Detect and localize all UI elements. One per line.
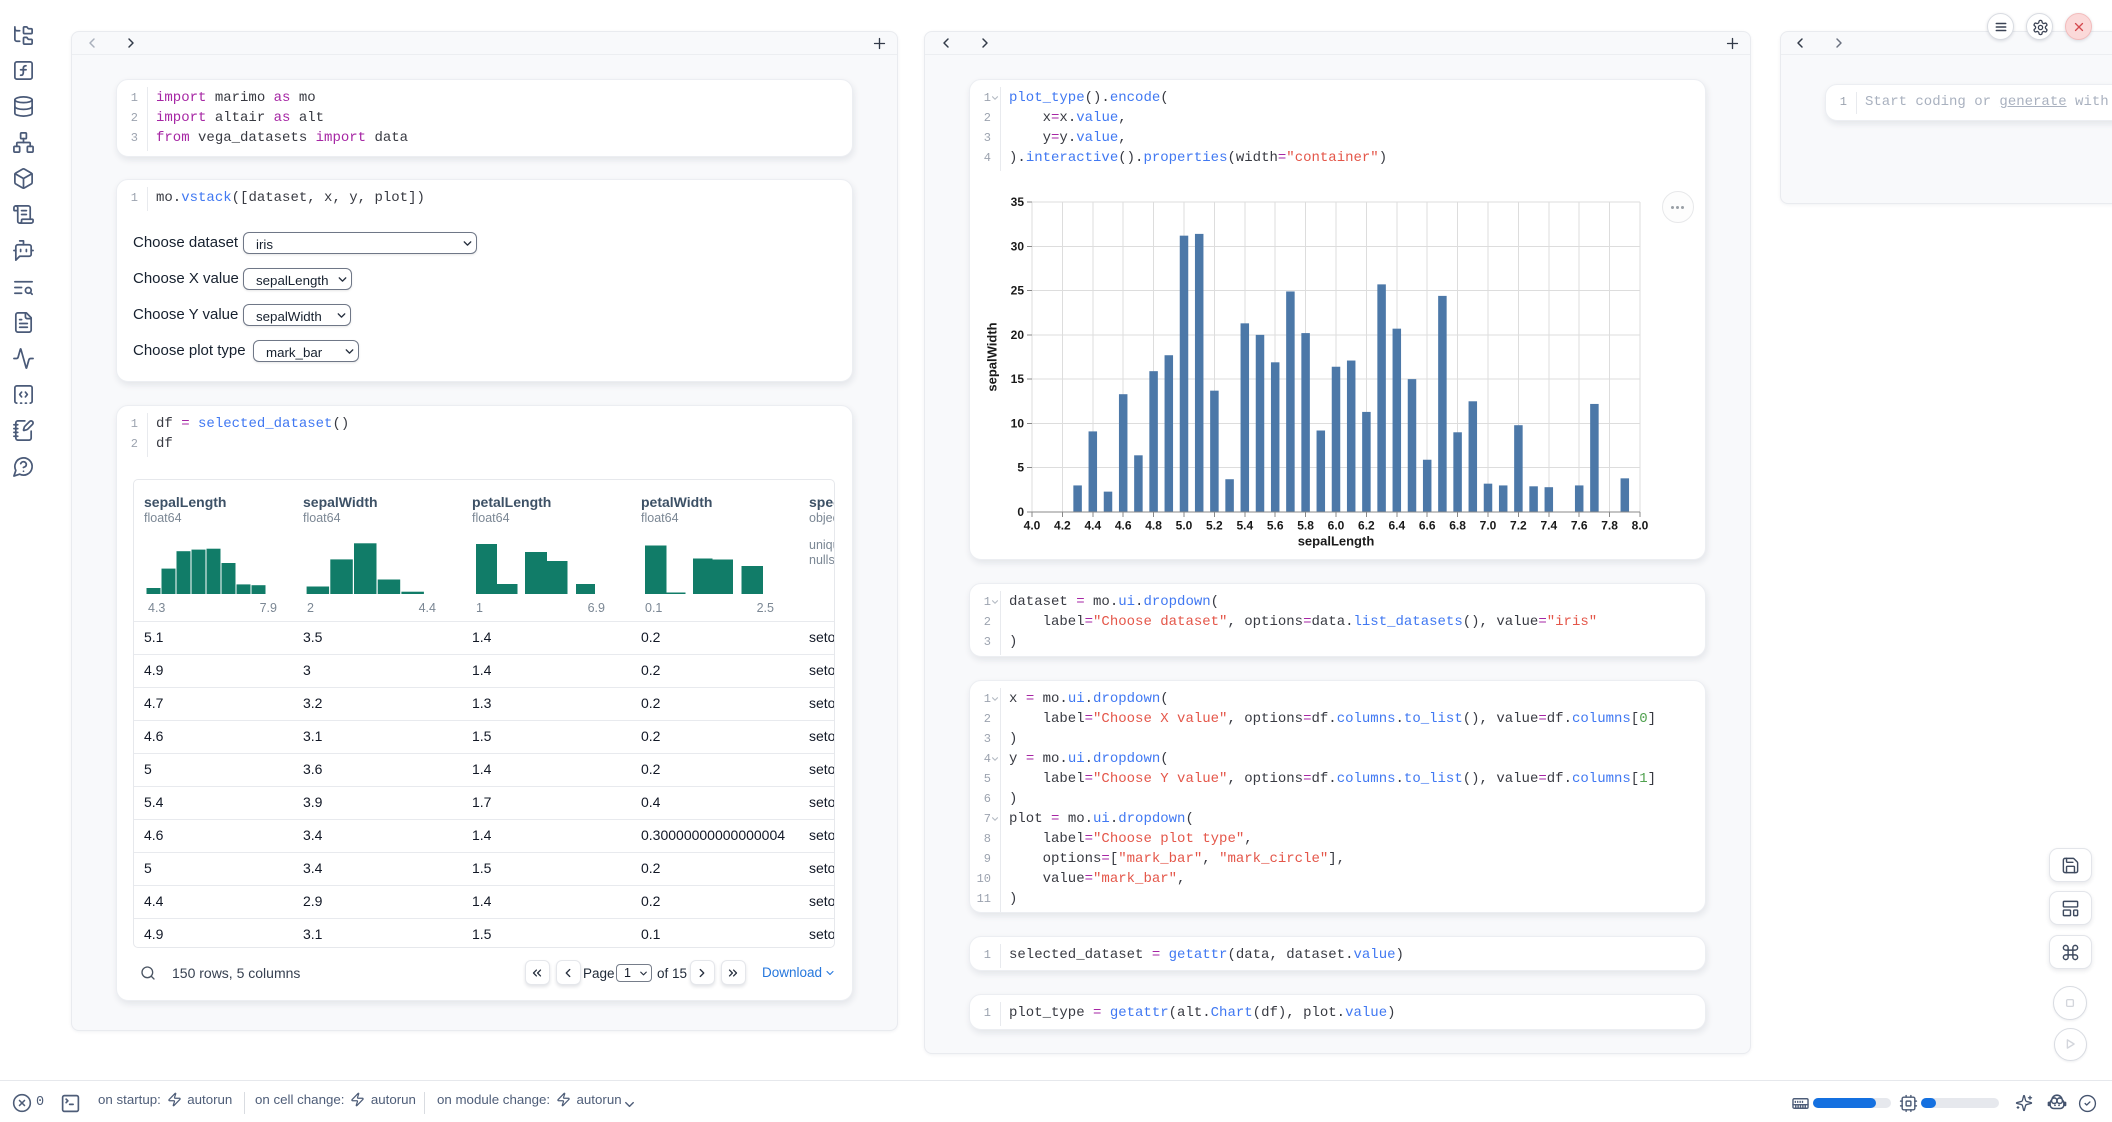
svg-text:8.0: 8.0 [1632,519,1649,533]
svg-text:5.4: 5.4 [1236,519,1253,533]
svg-text:6.4: 6.4 [1388,519,1405,533]
svg-text:4.4: 4.4 [1084,519,1101,533]
svg-text:6.2: 6.2 [1358,519,1375,533]
svg-text:4.8: 4.8 [1145,519,1162,533]
svg-text:25: 25 [1011,284,1025,298]
svg-text:20: 20 [1011,328,1025,342]
svg-text:5.2: 5.2 [1206,519,1223,533]
svg-text:sepalLength: sepalLength [1298,534,1375,549]
svg-text:7.4: 7.4 [1540,519,1557,533]
svg-text:7.8: 7.8 [1601,519,1618,533]
svg-text:10: 10 [1011,416,1025,430]
svg-text:7.2: 7.2 [1510,519,1527,533]
svg-text:5: 5 [1017,461,1024,475]
svg-text:6.0: 6.0 [1328,519,1345,533]
svg-text:sepalWidth: sepalWidth [985,322,1000,391]
svg-text:7.6: 7.6 [1571,519,1588,533]
svg-text:4.2: 4.2 [1054,519,1071,533]
svg-text:7.0: 7.0 [1480,519,1497,533]
svg-text:5.0: 5.0 [1176,519,1193,533]
svg-text:30: 30 [1011,239,1025,253]
svg-text:35: 35 [1011,195,1025,209]
svg-text:5.8: 5.8 [1297,519,1314,533]
svg-text:4.0: 4.0 [1024,519,1041,533]
svg-text:4.6: 4.6 [1115,519,1132,533]
svg-text:15: 15 [1011,372,1025,386]
svg-text:0: 0 [1017,505,1024,519]
svg-text:6.6: 6.6 [1419,519,1436,533]
svg-text:5.6: 5.6 [1267,519,1284,533]
svg-text:6.8: 6.8 [1449,519,1466,533]
